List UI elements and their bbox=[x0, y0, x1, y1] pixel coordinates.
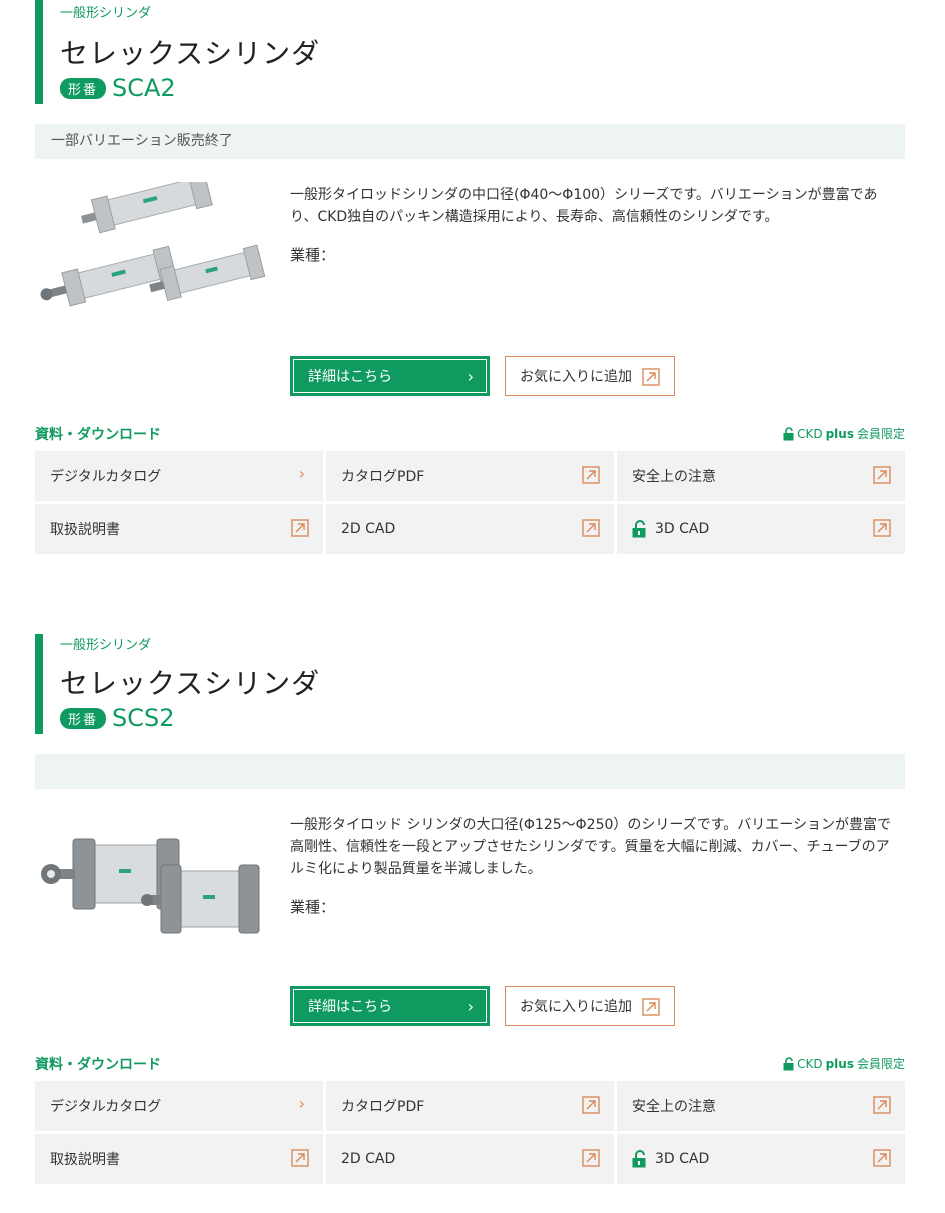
download-label: 3D CAD bbox=[655, 521, 710, 537]
add-favorite-label: お気に入りに追加 bbox=[520, 369, 632, 385]
download-2d-cad[interactable]: 2D CAD bbox=[326, 504, 614, 554]
industry-label: 業種： bbox=[290, 898, 336, 916]
external-link-icon bbox=[291, 519, 309, 537]
member-only-note: CKD plus 会員限定 bbox=[783, 425, 905, 442]
download-label: 安全上の注意 bbox=[632, 469, 716, 485]
model-code: SCA2 bbox=[112, 74, 176, 102]
model-row: 形番 SCA2 bbox=[60, 74, 176, 102]
external-link-icon bbox=[873, 1149, 891, 1167]
download-label: デジタルカタログ bbox=[50, 469, 162, 485]
download-digital-catalog[interactable]: デジタルカタログ › bbox=[35, 451, 323, 501]
download-label: 安全上の注意 bbox=[632, 1099, 716, 1115]
product-photo bbox=[40, 182, 265, 307]
external-link-icon bbox=[582, 1096, 600, 1114]
download-label: デジタルカタログ bbox=[50, 1099, 162, 1115]
unlock-icon bbox=[783, 426, 794, 440]
chevron-right-icon: › bbox=[298, 1094, 305, 1113]
external-link-icon bbox=[873, 1096, 891, 1114]
plus-note-brand: CKD bbox=[797, 1056, 823, 1071]
product-description: 一般形タイロッド シリンダの大口径(Φ125～Φ250）のシリーズです。バリエー… bbox=[290, 817, 892, 877]
external-link-icon bbox=[642, 998, 660, 1016]
download-instruction-manual[interactable]: 取扱説明書 bbox=[35, 504, 323, 554]
member-only-note: CKD plus 会員限定 bbox=[783, 1055, 905, 1072]
external-link-icon bbox=[873, 519, 891, 537]
model-row: 形番 SCS2 bbox=[60, 704, 175, 732]
detail-button-label: 詳細はこちら bbox=[308, 999, 392, 1015]
unlock-icon bbox=[632, 1150, 646, 1168]
external-link-icon bbox=[642, 368, 660, 386]
plus-note-plus: plus bbox=[825, 1056, 854, 1071]
external-link-icon bbox=[582, 466, 600, 484]
download-label: 2D CAD bbox=[341, 1151, 396, 1167]
download-catalog-pdf[interactable]: カタログPDF bbox=[326, 1081, 614, 1131]
download-label: 2D CAD bbox=[341, 521, 396, 537]
external-link-icon bbox=[582, 519, 600, 537]
product-name: セレックスシリンダ bbox=[60, 37, 321, 70]
detail-button[interactable]: 詳細はこちら › bbox=[290, 986, 490, 1026]
product-title-block: 一般形シリンダ セレックスシリンダ 形番 SCA2 bbox=[35, 0, 535, 104]
download-safety-notes[interactable]: 安全上の注意 bbox=[617, 451, 905, 501]
industry-label: 業種： bbox=[290, 246, 336, 264]
detail-button[interactable]: 詳細はこちら › bbox=[290, 356, 490, 396]
product-name: セレックスシリンダ bbox=[60, 667, 321, 700]
product-category: 一般形シリンダ bbox=[60, 6, 152, 21]
model-badge: 形番 bbox=[60, 707, 107, 729]
downloads-heading: 資料・ダウンロード bbox=[35, 1057, 161, 1073]
download-label: 取扱説明書 bbox=[50, 1152, 120, 1168]
chevron-right-icon: › bbox=[467, 997, 474, 1016]
add-favorite-label: お気に入りに追加 bbox=[520, 999, 632, 1015]
notice-bar: 一部バリエーション販売終了 bbox=[35, 124, 905, 159]
model-badge: 形番 bbox=[60, 77, 107, 99]
plus-note-plus: plus bbox=[825, 426, 854, 441]
download-3d-cad[interactable]: 3D CAD bbox=[617, 1134, 905, 1184]
download-safety-notes[interactable]: 安全上の注意 bbox=[617, 1081, 905, 1131]
download-digital-catalog[interactable]: デジタルカタログ › bbox=[35, 1081, 323, 1131]
add-favorite-button[interactable]: お気に入りに追加 bbox=[505, 986, 675, 1026]
download-label: 取扱説明書 bbox=[50, 522, 120, 538]
unlock-icon bbox=[783, 1056, 794, 1070]
plus-note-suffix: 会員限定 bbox=[856, 1057, 905, 1071]
download-catalog-pdf[interactable]: カタログPDF bbox=[326, 451, 614, 501]
plus-note-suffix: 会員限定 bbox=[856, 427, 905, 441]
external-link-icon bbox=[873, 466, 891, 484]
product-description: 一般形タイロッドシリンダの中口径(Φ40～Φ100）シリーズです。バリエーション… bbox=[290, 187, 878, 225]
unlock-icon bbox=[632, 520, 646, 538]
notice-bar bbox=[35, 754, 905, 789]
product-photo bbox=[41, 838, 260, 934]
download-label: カタログPDF bbox=[341, 469, 425, 485]
chevron-right-icon: › bbox=[467, 367, 474, 386]
external-link-icon bbox=[582, 1149, 600, 1167]
download-label: カタログPDF bbox=[341, 1099, 425, 1115]
download-instruction-manual[interactable]: 取扱説明書 bbox=[35, 1134, 323, 1184]
downloads-heading: 資料・ダウンロード bbox=[35, 427, 161, 443]
model-code: SCS2 bbox=[112, 704, 175, 732]
chevron-right-icon: › bbox=[298, 464, 305, 483]
product-category: 一般形シリンダ bbox=[60, 638, 152, 653]
download-label: 3D CAD bbox=[655, 1151, 710, 1167]
product-title-block: 一般形シリンダ セレックスシリンダ 形番 SCS2 bbox=[35, 634, 535, 734]
download-3d-cad[interactable]: 3D CAD bbox=[617, 504, 905, 554]
add-favorite-button[interactable]: お気に入りに追加 bbox=[505, 356, 675, 396]
download-2d-cad[interactable]: 2D CAD bbox=[326, 1134, 614, 1184]
plus-note-brand: CKD bbox=[797, 426, 823, 441]
external-link-icon bbox=[291, 1149, 309, 1167]
detail-button-label: 詳細はこちら bbox=[308, 369, 392, 385]
